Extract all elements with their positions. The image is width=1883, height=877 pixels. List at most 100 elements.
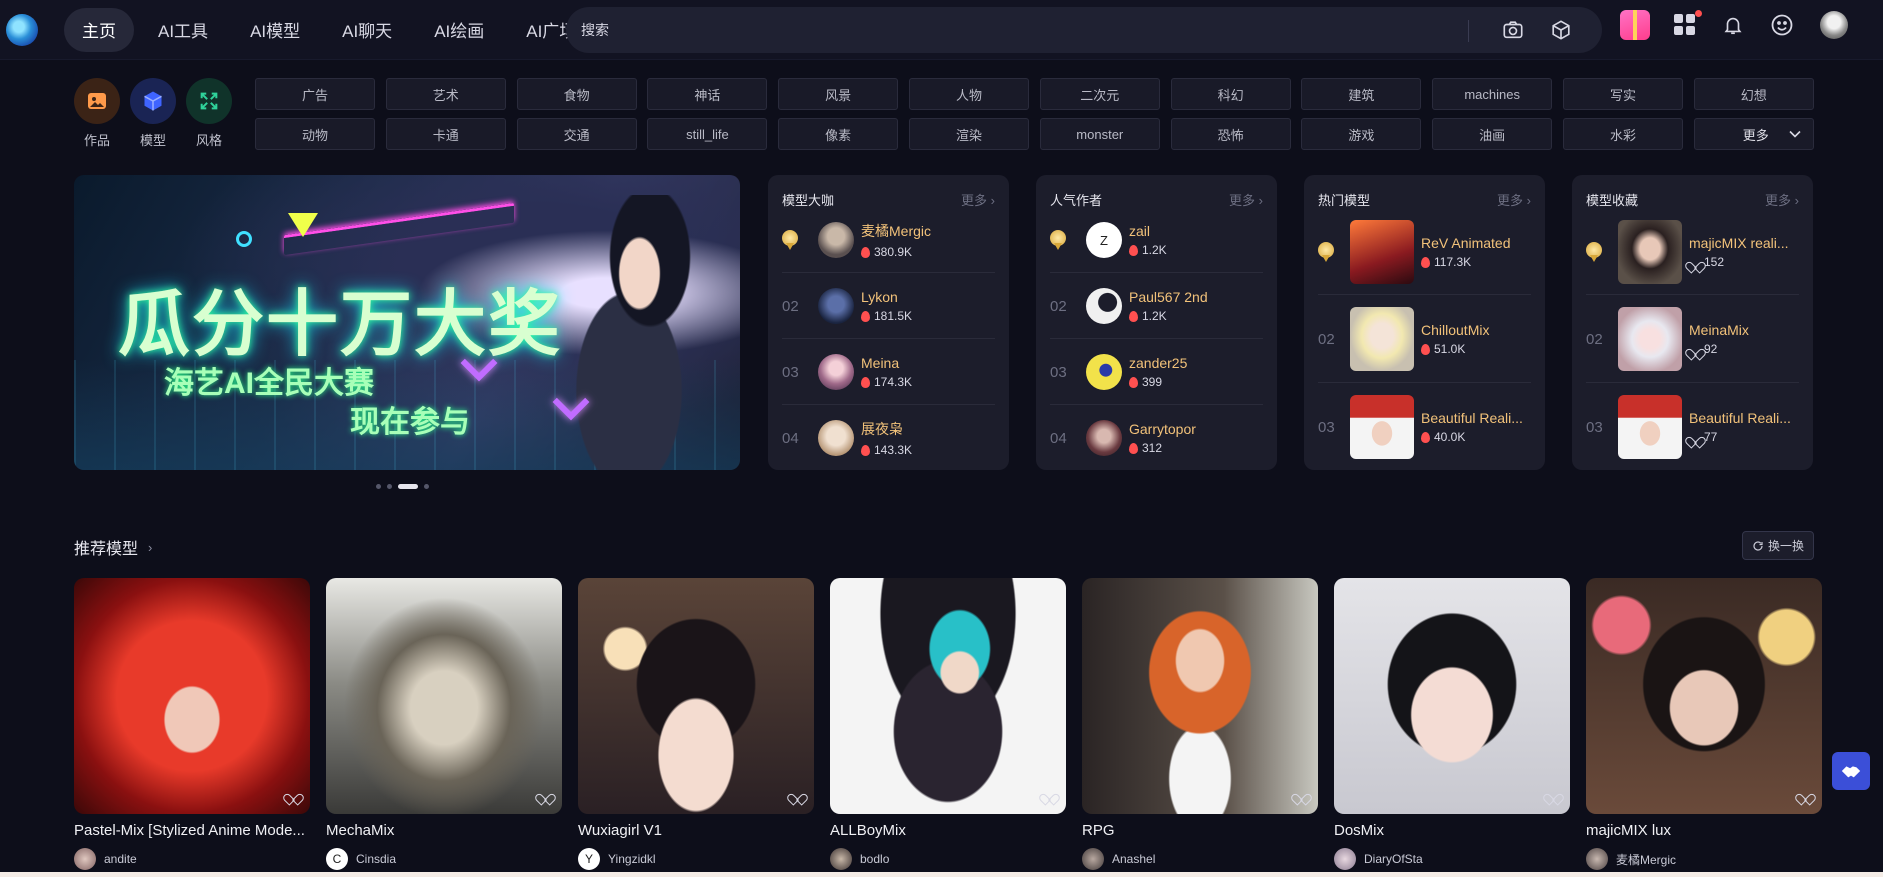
rank-row[interactable]: 03 zander25 399 — [1050, 339, 1263, 405]
tag[interactable]: 艺术 — [385, 78, 506, 110]
favorite-heart-icon[interactable] — [539, 786, 550, 802]
tag[interactable]: 科幻 — [1170, 78, 1291, 110]
quick-works[interactable]: 作品 — [74, 78, 120, 149]
author-name[interactable]: Anashel — [1112, 852, 1155, 866]
tag[interactable]: 建筑 — [1301, 78, 1422, 110]
gift-icon[interactable] — [1620, 10, 1650, 40]
rank-stat: 92 — [1704, 342, 1718, 356]
favorite-heart-icon[interactable] — [1547, 786, 1558, 802]
favorite-heart-icon[interactable] — [287, 786, 298, 802]
handshake-icon — [1841, 766, 1861, 778]
author-name[interactable]: DiaryOfSta — [1364, 852, 1423, 866]
author-name[interactable]: 麦橘Mergic — [1616, 851, 1676, 868]
author-name[interactable]: Cinsdia — [356, 852, 396, 866]
model-card[interactable]: majicMIX lux 麦橘Mergic — [1586, 578, 1822, 870]
rank-row[interactable]: 02 Lykon 181.5K — [782, 273, 995, 339]
tag[interactable]: 写实 — [1562, 78, 1683, 110]
rank-row[interactable]: 03 Beautiful Reali... 40.0K — [1318, 383, 1531, 471]
nav-ai-painting[interactable]: AI绘画 — [416, 8, 502, 52]
model-card[interactable]: MechaMix C Cinsdia — [326, 578, 562, 870]
chevron-right-icon: › — [148, 539, 153, 555]
bell-icon[interactable] — [1722, 14, 1744, 36]
tag[interactable]: 油画 — [1432, 118, 1553, 150]
tag[interactable]: 幻想 — [1693, 78, 1814, 110]
tag[interactable]: 广告 — [255, 78, 375, 110]
author-name[interactable]: bodlo — [860, 852, 889, 866]
model-card[interactable]: Pastel-Mix [Stylized Anime Mode... andit… — [74, 578, 310, 870]
tag[interactable]: 食物 — [516, 78, 637, 110]
favorite-heart-icon[interactable] — [791, 786, 802, 802]
author-name[interactable]: Yingzidkl — [608, 852, 656, 866]
model-card[interactable]: DosMix DiaryOfSta — [1334, 578, 1570, 870]
flame-icon — [861, 376, 870, 388]
cube-search-icon[interactable] — [1550, 19, 1572, 41]
nav-ai-chat[interactable]: AI聊天 — [324, 8, 410, 52]
promo-banner[interactable]: 瓜分十万大奖 海艺AI全民大赛 现在参与 — [74, 175, 740, 470]
rank-row[interactable]: 02 MeinaMix 92 — [1586, 295, 1799, 383]
rank-stat: 399 — [1142, 375, 1163, 389]
rank-name: Paul567 2nd — [1129, 289, 1208, 305]
favorite-heart-icon[interactable] — [1043, 786, 1054, 802]
recommend-title-text: 推荐模型 — [74, 541, 139, 558]
notification-dot — [1695, 10, 1702, 17]
panel-more-link[interactable]: 更多 › — [1765, 190, 1799, 209]
model-card[interactable]: RPG Anashel — [1082, 578, 1318, 870]
tag[interactable]: 游戏 — [1301, 118, 1422, 150]
rank-row[interactable]: majicMIX reali... 152 — [1586, 209, 1799, 295]
quick-styles[interactable]: 风格 — [186, 78, 232, 149]
model-card[interactable]: ALLBoyMix bodlo — [830, 578, 1066, 870]
model-card[interactable]: Wuxiagirl V1 Y Yingzidkl — [578, 578, 814, 870]
site-logo[interactable] — [6, 13, 38, 46]
rank-name: Beautiful Reali... — [1689, 410, 1791, 426]
pagination-dot[interactable] — [424, 484, 429, 489]
pagination-dot[interactable] — [387, 484, 392, 489]
favorite-heart-icon[interactable] — [1799, 786, 1810, 802]
tag[interactable]: 恐怖 — [1170, 118, 1291, 150]
rank-row[interactable]: 04 Garrytopor 312 — [1050, 405, 1263, 471]
pagination-dot[interactable] — [376, 484, 381, 489]
recommend-section-title[interactable]: 推荐模型 › — [74, 535, 152, 559]
refresh-label: 换一换 — [1767, 539, 1804, 553]
expand-icon — [186, 78, 232, 124]
rank-row[interactable]: 02 Paul567 2nd 1.2K — [1050, 273, 1263, 339]
author-name[interactable]: andite — [104, 852, 137, 866]
rank-row[interactable]: 02 ChilloutMix 51.0K — [1318, 295, 1531, 383]
tags-more-dropdown[interactable]: 更多 — [1693, 118, 1814, 150]
favorite-heart-icon[interactable] — [1295, 786, 1306, 802]
search-input[interactable] — [581, 22, 1441, 38]
nav-home[interactable]: 主页 — [64, 7, 134, 52]
refresh-button[interactable]: 换一换 — [1742, 531, 1814, 560]
pagination-dot-active[interactable] — [398, 484, 418, 489]
rank-row[interactable]: 麦橘Mergic 380.9K — [782, 207, 995, 273]
tag[interactable]: 像素 — [778, 118, 899, 150]
tag[interactable]: 水彩 — [1562, 118, 1683, 150]
tag[interactable]: 动物 — [255, 118, 375, 150]
tag[interactable]: 二次元 — [1039, 78, 1160, 110]
tag[interactable]: 渲染 — [908, 118, 1029, 150]
tag[interactable]: 卡通 — [385, 118, 506, 150]
tag[interactable]: machines — [1432, 78, 1553, 110]
rank-row[interactable]: ReV Animated 117.3K — [1318, 209, 1531, 295]
tag[interactable]: 神话 — [647, 78, 768, 110]
rank-row[interactable]: Z zail 1.2K — [1050, 207, 1263, 273]
tag[interactable]: still_life — [647, 118, 768, 150]
rank-row[interactable]: 04 展夜枭 143.3K — [782, 405, 995, 471]
tag[interactable]: 交通 — [516, 118, 637, 150]
gold-medal-icon — [782, 230, 798, 250]
nav-ai-tools[interactable]: AI工具 — [140, 8, 226, 52]
camera-icon[interactable] — [1502, 19, 1524, 41]
emoji-icon[interactable] — [1770, 13, 1794, 37]
tag[interactable]: 风景 — [778, 78, 899, 110]
tag[interactable]: monster — [1039, 118, 1160, 150]
nav-ai-models[interactable]: AI模型 — [232, 8, 318, 52]
rank-row[interactable]: 03 Meina 174.3K — [782, 339, 995, 405]
apps-grid-icon[interactable] — [1674, 10, 1702, 36]
user-avatar[interactable] — [1820, 11, 1848, 39]
rank-row[interactable]: 03 Beautiful Reali... 77 — [1586, 383, 1799, 471]
quick-models[interactable]: 模型 — [130, 78, 176, 149]
model-card-title: majicMIX lux — [1586, 822, 1672, 839]
handshake-float-button[interactable] — [1832, 752, 1870, 790]
panel-more-link[interactable]: 更多 › — [1497, 190, 1531, 209]
tag[interactable]: 人物 — [908, 78, 1029, 110]
panel-popular-authors: 人气作者 更多 › Z zail 1.2K 02 Paul567 2nd 1.2… — [1036, 175, 1277, 470]
